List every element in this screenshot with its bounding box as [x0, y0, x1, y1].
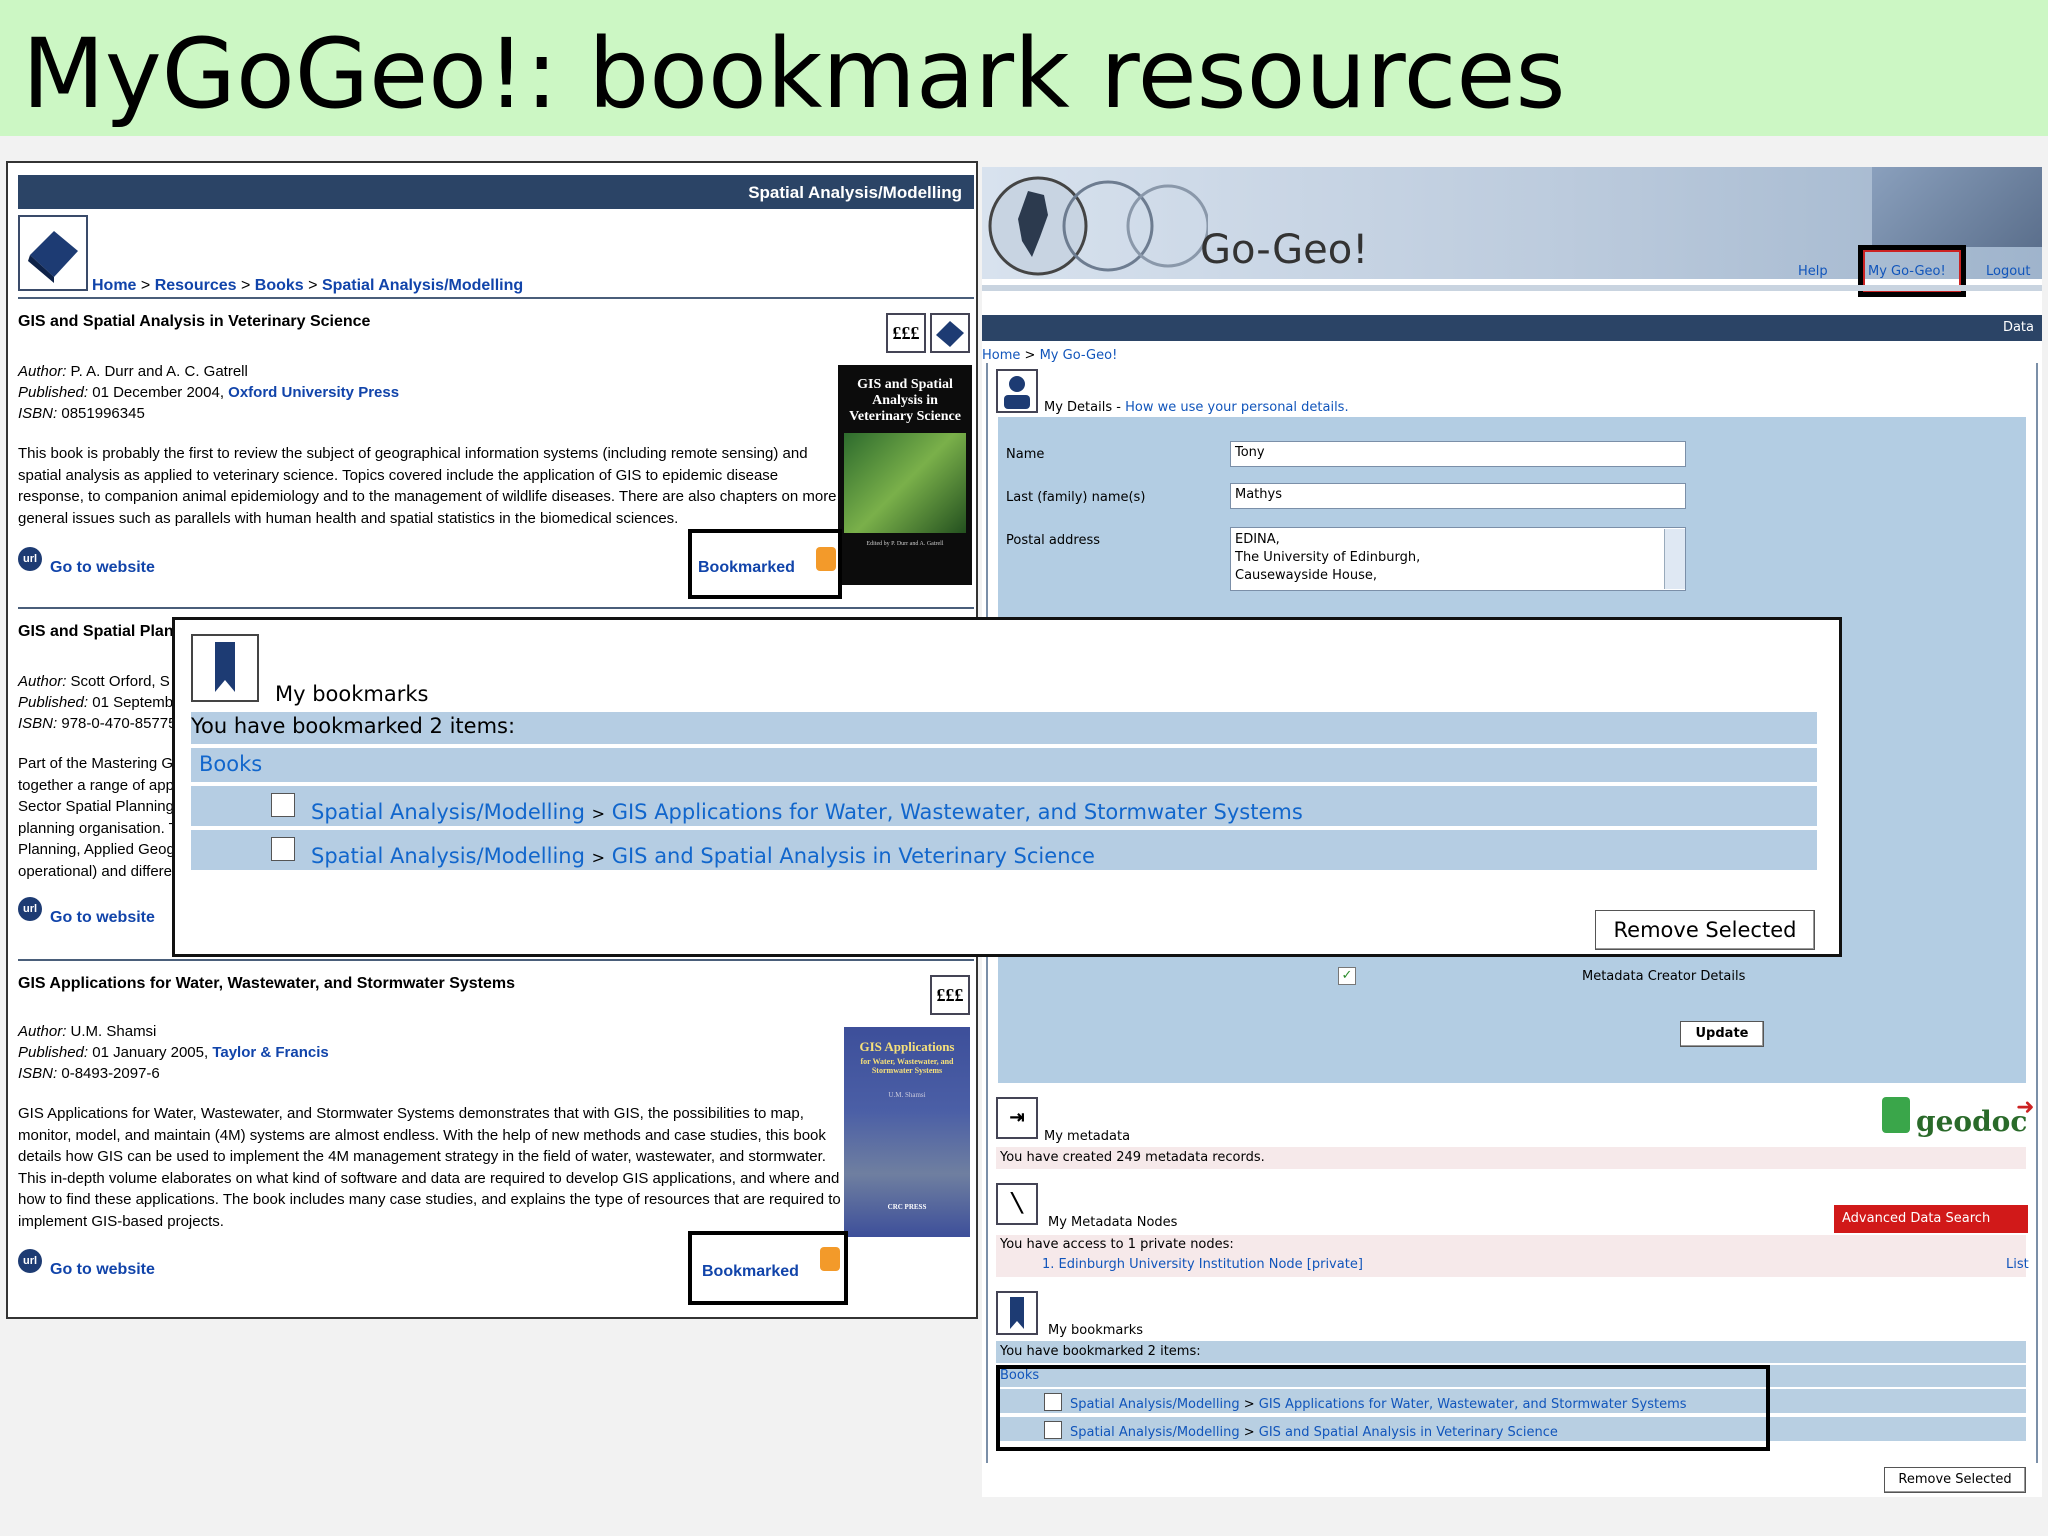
bookmarks-count: You have bookmarked 2 items: — [996, 1341, 2026, 1363]
bookmark-icon[interactable] — [816, 547, 836, 571]
book-icon — [18, 215, 88, 291]
nodes-text: You have access to 1 private nodes: — [1000, 1237, 1234, 1252]
postal-address-field[interactable]: EDINA, The University of Edinburgh, Caus… — [1230, 527, 1686, 591]
slide-title: MyGoGeo!: bookmark resources — [22, 18, 1566, 130]
update-button[interactable]: Update — [1680, 1021, 1764, 1047]
data-bar: Data — [982, 315, 2042, 341]
metadata-icon: ⇥ — [996, 1097, 1038, 1139]
url-icon[interactable]: url — [18, 1249, 42, 1273]
bookmark-icon[interactable] — [820, 1247, 840, 1271]
breadcrumb: Home > Resources > Books > Spatial Analy… — [92, 277, 524, 294]
url-icon[interactable]: url — [18, 897, 42, 921]
divider — [18, 607, 974, 609]
publisher-link[interactable]: Oxford University Press — [228, 384, 399, 401]
bookmark-item[interactable]: Spatial Analysis/Modelling > GIS Applica… — [311, 800, 1303, 824]
bookmark-checkbox[interactable] — [271, 837, 295, 861]
list-link[interactable]: List — [2006, 1257, 2029, 1272]
breadcrumb-resources[interactable]: Resources — [155, 277, 237, 294]
remove-selected-button[interactable]: Remove Selected — [1884, 1467, 2026, 1493]
book-meta: Author: U.M. Shamsi Published: 01 Januar… — [18, 1023, 329, 1082]
site-logo[interactable]: Go-Geo! — [1200, 227, 1368, 273]
privacy-link[interactable]: How we use your personal details. — [1125, 400, 1348, 415]
last-name-label: Last (family) name(s) — [1006, 490, 1146, 505]
book-description: GIS Applications for Water, Wastewater, … — [18, 1105, 841, 1230]
book-icon — [930, 313, 970, 353]
url-icon[interactable]: url — [18, 547, 42, 571]
book-cover: GIS and Spatial Analysis in Veterinary S… — [838, 365, 972, 585]
my-details-header: My Details - How we use your personal de… — [1044, 400, 1349, 415]
book-title: GIS and Spatial Analysis in Veterinary S… — [18, 313, 371, 330]
nodes-icon: ╲ — [996, 1183, 1038, 1225]
my-bookmarks-label: My bookmarks — [275, 682, 429, 706]
breadcrumb-home[interactable]: Home — [982, 348, 1020, 363]
geodoc-logo[interactable]: geodoc — [1916, 1105, 2027, 1138]
bookmarked-button[interactable]: Bookmarked — [702, 1263, 799, 1281]
metadata-count: You have created 249 metadata records. — [996, 1147, 2026, 1169]
go-to-website-link[interactable]: Go to website — [50, 1261, 155, 1279]
user-icon — [996, 369, 1038, 413]
divider — [18, 297, 974, 299]
bookmarks-highlight — [996, 1365, 1770, 1451]
metadata-creator-label: Metadata Creator Details — [1582, 969, 1746, 984]
bookmark-checkbox[interactable] — [271, 793, 295, 817]
category-header: Spatial Analysis/Modelling — [18, 175, 974, 209]
book-description: This book is probably the first to revie… — [18, 445, 837, 527]
nodes-label: My Metadata Nodes — [1048, 1215, 1178, 1230]
name-field[interactable]: Tony — [1230, 441, 1686, 467]
breadcrumb: Home > My Go-Geo! — [982, 348, 1118, 363]
bookmark-item[interactable]: Spatial Analysis/Modelling > GIS and Spa… — [311, 844, 1095, 868]
book-cover: GIS Applications for Water, Wastewater, … — [844, 1027, 970, 1237]
bookmarks-count-row: You have bookmarked 2 items: — [191, 712, 1817, 744]
instrument-image — [1872, 167, 2042, 247]
price-icon: £££ — [930, 975, 970, 1015]
bookmarked-button[interactable]: Bookmarked — [698, 559, 795, 577]
go-to-website-link[interactable]: Go to website — [50, 559, 155, 577]
my-bookmarks-label: My bookmarks — [1048, 1323, 1144, 1338]
publisher-link[interactable]: Taylor & Francis — [212, 1044, 328, 1061]
category-header-label: Spatial Analysis/Modelling — [748, 183, 962, 202]
breadcrumb-category[interactable]: Spatial Analysis/Modelling — [322, 277, 523, 294]
divider — [18, 959, 974, 961]
breadcrumb-home[interactable]: Home — [92, 277, 136, 294]
banner-stripe — [982, 285, 2042, 291]
price-icon: £££ — [886, 313, 926, 353]
globes-logo-icon — [988, 176, 1208, 276]
book-meta: Author: Scott Orford, S Published: 01 Se… — [18, 673, 177, 732]
bookmark-icon — [996, 1291, 1038, 1335]
name-label: Name — [1006, 447, 1045, 462]
remove-selected-button[interactable]: Remove Selected — [1595, 910, 1815, 950]
book-title: GIS and Spatial Plann — [18, 623, 184, 640]
creator-checkbox[interactable]: ✓ — [1338, 967, 1356, 985]
bookmarks-zoom-callout: My bookmarks You have bookmarked 2 items… — [172, 617, 1842, 957]
postal-address-label: Postal address — [1006, 533, 1100, 548]
advanced-data-search-button[interactable]: Advanced Data Search — [1834, 1205, 2028, 1233]
breadcrumb-current[interactable]: My Go-Geo! — [1040, 348, 1118, 363]
nav-help[interactable]: Help — [1798, 264, 1828, 279]
go-to-website-link[interactable]: Go to website — [50, 909, 155, 927]
arrow-right-icon: ➜ — [2016, 1095, 2035, 1120]
geodoc-icon — [1882, 1097, 1910, 1133]
breadcrumb-books[interactable]: Books — [255, 277, 304, 294]
last-name-field[interactable]: Mathys — [1230, 483, 1686, 509]
book-meta: Author: P. A. Durr and A. C. Gatrell Pub… — [18, 363, 400, 422]
node-link[interactable]: 1. Edinburgh University Institution Node… — [1042, 1257, 1363, 1272]
bookmarks-category-row: Books — [191, 748, 1817, 782]
book-description: Part of the Mastering GI together a rang… — [18, 755, 180, 880]
scrollbar[interactable] — [1664, 529, 1685, 589]
book-title: GIS Applications for Water, Wastewater, … — [18, 975, 516, 992]
my-metadata-label: My metadata — [1044, 1129, 1131, 1144]
nav-logout[interactable]: Logout — [1986, 264, 2031, 279]
bookmark-icon — [191, 634, 259, 702]
